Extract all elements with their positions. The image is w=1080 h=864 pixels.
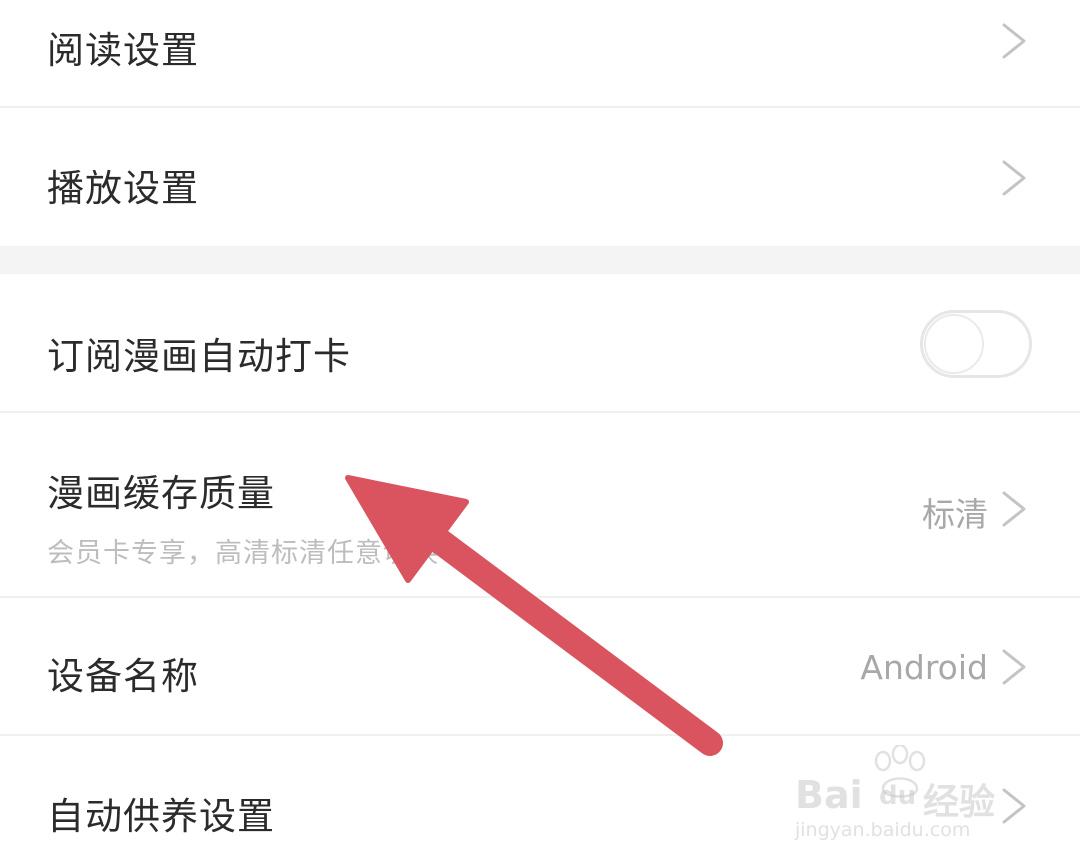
watermark-brand-left: Bai bbox=[795, 773, 863, 817]
watermark-du-glyph: du bbox=[879, 781, 917, 811]
settings-item-label: 阅读设置 bbox=[47, 29, 199, 72]
settings-item-auto-checkin: 订阅漫画自动打卡 bbox=[0, 274, 1080, 411]
settings-item-label: 自动供养设置 bbox=[47, 795, 275, 838]
settings-item-device-name[interactable]: 设备名称 Android bbox=[0, 598, 1080, 734]
section-gap bbox=[0, 246, 1080, 274]
baidu-jingyan-watermark: Bai du 经验 jingyan.baidu.com bbox=[795, 745, 1025, 845]
settings-item-reading[interactable]: 阅读设置 bbox=[0, 0, 1080, 107]
settings-item-cache-quality[interactable]: 漫画缓存质量 会员卡专享，高清标清任意切换 标清 bbox=[0, 413, 1080, 596]
settings-item-label: 播放设置 bbox=[47, 167, 199, 210]
auto-checkin-toggle[interactable] bbox=[920, 310, 1032, 378]
settings-screen: 阅读设置 播放设置 订阅漫画自动打卡 漫画缓存质量 会员卡专享，高清标清任意切换… bbox=[0, 0, 1080, 864]
watermark-brand-right: 经验 bbox=[923, 782, 996, 823]
settings-item-playback[interactable]: 播放设置 bbox=[0, 108, 1080, 246]
toggle-knob bbox=[924, 314, 984, 374]
watermark-url: jingyan.baidu.com bbox=[795, 819, 971, 841]
chevron-right-icon bbox=[1002, 649, 1026, 685]
settings-item-value: 标清 bbox=[922, 495, 988, 534]
settings-item-subtitle: 会员卡专享，高清标清任意切换 bbox=[47, 538, 439, 569]
settings-item-label: 订阅漫画自动打卡 bbox=[47, 335, 351, 378]
settings-item-label: 漫画缓存质量 bbox=[47, 472, 275, 515]
settings-item-label: 设备名称 bbox=[47, 655, 199, 698]
settings-item-value: Android bbox=[860, 648, 988, 687]
chevron-right-icon bbox=[1002, 23, 1026, 59]
chevron-right-icon bbox=[1002, 491, 1026, 527]
chevron-right-icon bbox=[1002, 160, 1026, 196]
